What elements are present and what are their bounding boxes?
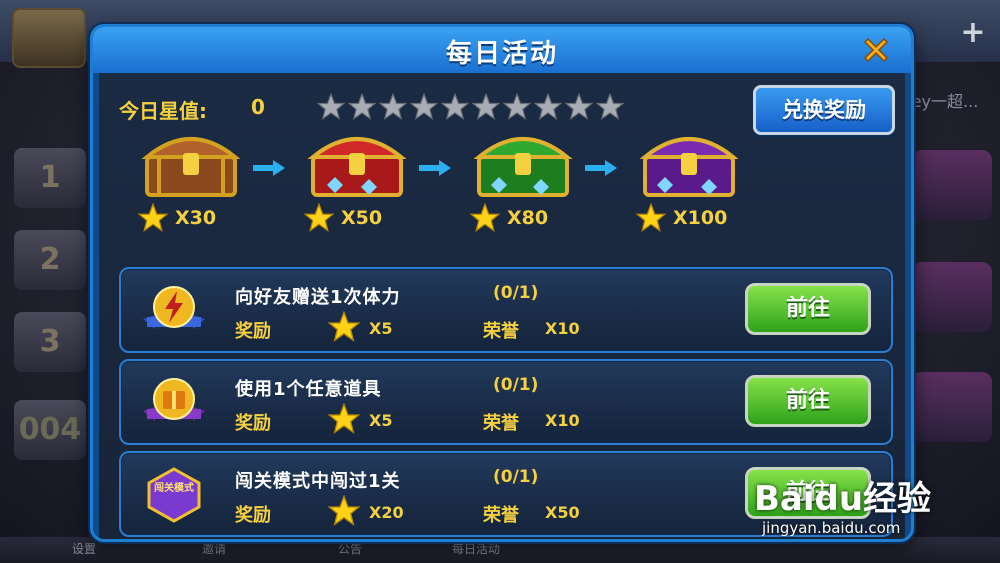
background-side-button-friends[interactable] — [912, 262, 992, 332]
star-icon — [327, 311, 361, 342]
task-title: 闯关模式中闯过1关 — [235, 471, 401, 492]
honor-value: X10 — [545, 411, 580, 430]
task-title: 使用1个任意道具 — [235, 379, 382, 400]
rank-number: 2 — [39, 242, 61, 277]
go-button[interactable]: 前往 — [745, 375, 871, 427]
task-title: 向好友赠送1次体力 — [235, 287, 401, 308]
arrow-right-icon — [253, 160, 285, 176]
star-icon — [303, 203, 335, 232]
task-progress: (0/1) — [493, 283, 539, 303]
rank-crown-1: 1 — [14, 148, 86, 208]
honor-value: X10 — [545, 319, 580, 338]
brown-treasure-chest-icon[interactable] — [139, 127, 243, 199]
reward-label: 奖励 — [235, 321, 271, 342]
rank-number: 1 — [39, 160, 61, 195]
task-progress: (0/1) — [493, 467, 539, 487]
honor-label: 荣誉 — [483, 505, 519, 526]
baidu-logo: Baidu经验 — [754, 479, 932, 519]
lightning-badge-icon — [143, 286, 205, 329]
chest-reward-value: X30 — [175, 207, 217, 229]
go-button[interactable]: 前往 — [745, 283, 871, 335]
reward-value: X5 — [369, 319, 393, 338]
dialog-body: 今日星值: 0 兑换奖励 X30 X50 X80 X100 向好友赠送1次体力 … — [99, 73, 905, 539]
daily-activity-dialog: 每日活动 今日星值: 0 兑换奖励 X30 X50 X80 X100 向好友赠送… — [90, 24, 914, 542]
exchange-reward-button[interactable]: 兑换奖励 — [753, 85, 895, 135]
star-slot-icon — [472, 93, 500, 121]
background-side-button-battle[interactable] — [912, 150, 992, 220]
today-star-label: 今日星值: — [119, 99, 207, 123]
star-progress-row — [317, 93, 627, 121]
bottom-tab-daily[interactable]: 每日活动 — [452, 540, 500, 557]
star-slot-icon — [348, 93, 376, 121]
star-slot-icon — [317, 93, 345, 121]
star-slot-icon — [565, 93, 593, 121]
stage-mode-badge-icon: 闯关模式 — [147, 467, 201, 523]
task-progress: (0/1) — [493, 375, 539, 395]
star-slot-icon — [441, 93, 469, 121]
bottom-tab-notice[interactable]: 公告 — [338, 540, 362, 557]
rank-crown-2: 2 — [14, 230, 86, 290]
chest-reward-value: X100 — [673, 207, 728, 229]
arrow-right-icon — [585, 160, 617, 176]
reward-label: 奖励 — [235, 413, 271, 434]
star-icon — [137, 203, 169, 232]
gift-box-badge-icon — [143, 378, 205, 421]
star-slot-icon — [410, 93, 438, 121]
star-slot-icon — [596, 93, 624, 121]
background-counter: 004 — [14, 400, 86, 460]
star-slot-icon — [379, 93, 407, 121]
reward-label: 奖励 — [235, 505, 271, 526]
honor-label: 荣誉 — [483, 321, 519, 342]
background-side-button-team[interactable] — [912, 372, 992, 442]
rank-number: 3 — [39, 324, 61, 359]
background-avatar[interactable] — [12, 8, 86, 68]
green-treasure-chest-icon[interactable] — [471, 127, 575, 199]
dialog-title: 每日活动 — [445, 39, 558, 69]
star-icon — [327, 403, 361, 434]
close-icon[interactable] — [859, 33, 893, 67]
star-icon — [327, 495, 361, 526]
honor-label: 荣誉 — [483, 413, 519, 434]
stage-mode-badge-text: 闯关模式 — [154, 481, 194, 494]
plus-icon[interactable]: + — [958, 18, 988, 48]
star-icon — [469, 203, 501, 232]
red-treasure-chest-icon[interactable] — [305, 127, 409, 199]
star-icon — [635, 203, 667, 232]
chest-reward-value: X50 — [341, 207, 383, 229]
task-row: 向好友赠送1次体力 (0/1) 奖励 X5 荣誉 X10 前往 — [119, 267, 893, 353]
rank-crown-3: 3 — [14, 312, 86, 372]
purple-treasure-chest-icon[interactable] — [637, 127, 741, 199]
background-friend-text: ey一超... — [911, 92, 979, 111]
baidu-watermark: Baidu经验 jingyan.baidu.com — [754, 471, 986, 549]
honor-value: X50 — [545, 503, 580, 522]
arrow-right-icon — [419, 160, 451, 176]
chest-reward-value: X80 — [507, 207, 549, 229]
reward-value: X20 — [369, 503, 404, 522]
baidu-url: jingyan.baidu.com — [762, 519, 901, 537]
star-slot-icon — [503, 93, 531, 121]
today-star-value: 0 — [251, 95, 265, 119]
bottom-tab-invite[interactable]: 邀请 — [202, 540, 226, 557]
reward-value: X5 — [369, 411, 393, 430]
star-slot-icon — [534, 93, 562, 121]
bottom-tab-settings[interactable]: 设置 — [72, 540, 96, 557]
task-row: 使用1个任意道具 (0/1) 奖励 X5 荣誉 X10 前往 — [119, 359, 893, 445]
